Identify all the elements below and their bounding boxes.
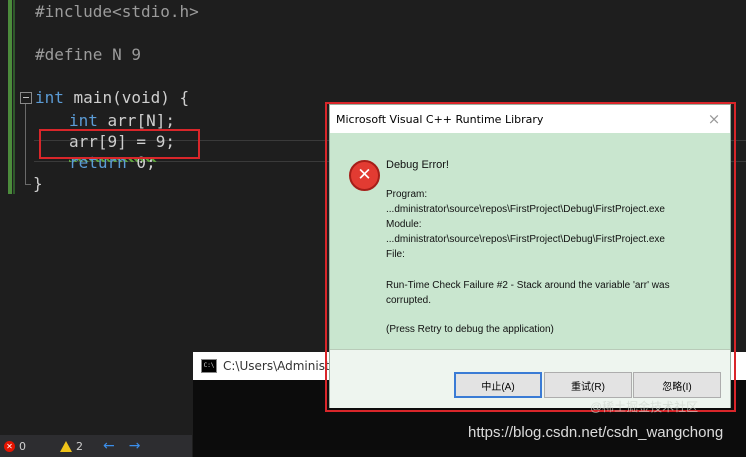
code-line-2[interactable]: #define N 9 bbox=[35, 45, 141, 65]
dialog-title: Microsoft Visual C++ Runtime Library bbox=[336, 112, 544, 126]
warning-icon bbox=[60, 440, 72, 452]
file-label: File: bbox=[386, 249, 405, 260]
change-indicator-secondary bbox=[13, 0, 15, 194]
module-path: ...dministrator\source\repos\FirstProjec… bbox=[386, 234, 665, 245]
console-icon: C:\ bbox=[201, 359, 217, 373]
code-line-3[interactable]: int main(void) { bbox=[35, 88, 189, 108]
error-message: Run-Time Check Failure #2 - Stack around… bbox=[386, 280, 670, 306]
keyword-int: int bbox=[69, 111, 98, 130]
back-arrow-icon[interactable]: ← bbox=[103, 438, 115, 454]
error-dialog[interactable]: Microsoft Visual C++ Runtime Library × ✕… bbox=[329, 104, 731, 408]
code-text: main(void) { bbox=[63, 88, 190, 107]
change-indicator bbox=[8, 0, 12, 194]
error-count-text: 0 bbox=[19, 439, 26, 453]
url-watermark: https://blog.csdn.net/csdn_wangchong bbox=[468, 424, 724, 441]
error-icon: ✕ bbox=[349, 160, 380, 191]
fold-guide bbox=[25, 104, 26, 184]
retry-button[interactable]: 重试(R) bbox=[544, 372, 632, 398]
warning-count-text: 2 bbox=[76, 439, 83, 453]
annotation-highlight-box bbox=[39, 129, 200, 159]
dialog-title-bar[interactable]: Microsoft Visual C++ Runtime Library × bbox=[330, 105, 730, 133]
ignore-button[interactable]: 忽略(I) bbox=[633, 372, 721, 398]
status-bar: ✕ 0 2 ← → bbox=[0, 435, 192, 457]
dialog-body: ✕ Debug Error! Program: ...dministrator\… bbox=[330, 133, 730, 349]
keyword-int: int bbox=[35, 88, 64, 107]
code-line-4[interactable]: int arr[N]; bbox=[69, 111, 175, 131]
close-icon[interactable]: × bbox=[704, 110, 724, 128]
error-icon: ✕ bbox=[4, 440, 15, 452]
code-line-1[interactable]: #include<stdio.h> bbox=[35, 2, 199, 22]
error-count[interactable]: ✕ 0 bbox=[4, 440, 26, 453]
module-label: Module: bbox=[386, 219, 422, 230]
warning-count[interactable]: 2 bbox=[30, 440, 83, 453]
abort-button[interactable]: 中止(A) bbox=[454, 372, 542, 398]
program-path: ...dministrator\source\repos\FirstProjec… bbox=[386, 204, 665, 215]
community-watermark: @稀土掘金技术社区 bbox=[590, 400, 699, 414]
retry-hint: (Press Retry to debug the application) bbox=[386, 324, 554, 335]
error-heading: Debug Error! bbox=[386, 159, 449, 171]
code-text: arr[N]; bbox=[97, 111, 175, 130]
code-line-7[interactable]: } bbox=[33, 174, 43, 194]
program-label: Program: bbox=[386, 189, 428, 200]
fold-toggle-icon[interactable] bbox=[20, 92, 32, 104]
fold-guide-end bbox=[25, 184, 31, 185]
forward-arrow-icon[interactable]: → bbox=[129, 438, 141, 454]
